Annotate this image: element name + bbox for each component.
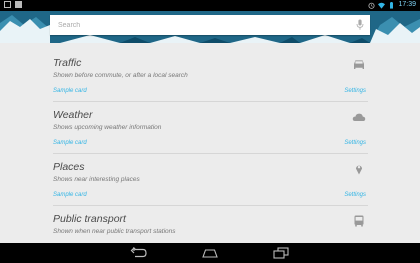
clock: 17:39: [398, 1, 416, 8]
alarm-icon: [368, 2, 375, 9]
bus-icon: [354, 215, 364, 227]
card-title: Traffic: [53, 57, 82, 69]
car-icon: [354, 60, 364, 69]
card-title: Weather: [53, 109, 93, 121]
sample-card-link[interactable]: Sample card: [53, 88, 87, 94]
card-weather: Weather Shows upcoming weather informati…: [53, 109, 368, 157]
microphone-icon[interactable]: [356, 19, 364, 31]
divider: [53, 205, 368, 206]
status-bar: 17:39: [0, 0, 420, 11]
gallery-icon: [4, 1, 11, 8]
card-description: Shown before commute, or after a local s…: [53, 72, 188, 79]
card-description: Shows upcoming weather information: [53, 124, 162, 131]
card-description: Shown when near public transport station…: [53, 228, 176, 235]
wifi-icon: [378, 2, 386, 9]
sample-card-link[interactable]: Sample card: [53, 140, 87, 146]
battery-icon: [390, 1, 394, 9]
card-title: Places: [53, 161, 85, 173]
download-icon: [15, 1, 22, 8]
divider: [53, 153, 368, 154]
settings-link[interactable]: Settings: [344, 140, 366, 146]
card-traffic: Traffic Shown before commute, or after a…: [53, 57, 368, 105]
divider: [53, 101, 368, 102]
card-description: Shows near interesting places: [53, 176, 140, 183]
sample-card-link[interactable]: Sample card: [53, 192, 87, 198]
card-title: Public transport: [53, 213, 126, 225]
search-input[interactable]: [58, 18, 338, 32]
search-bar[interactable]: [50, 15, 370, 35]
card-places: Places Shows near interesting places Sam…: [53, 161, 368, 209]
back-icon[interactable]: [130, 247, 148, 259]
cloud-icon: [352, 113, 366, 121]
home-icon[interactable]: [201, 247, 219, 259]
navigation-bar: [0, 243, 420, 263]
settings-link[interactable]: Settings: [344, 88, 366, 94]
settings-link[interactable]: Settings: [344, 192, 366, 198]
map-pin-icon: [356, 165, 362, 175]
recent-apps-icon[interactable]: [272, 247, 290, 259]
